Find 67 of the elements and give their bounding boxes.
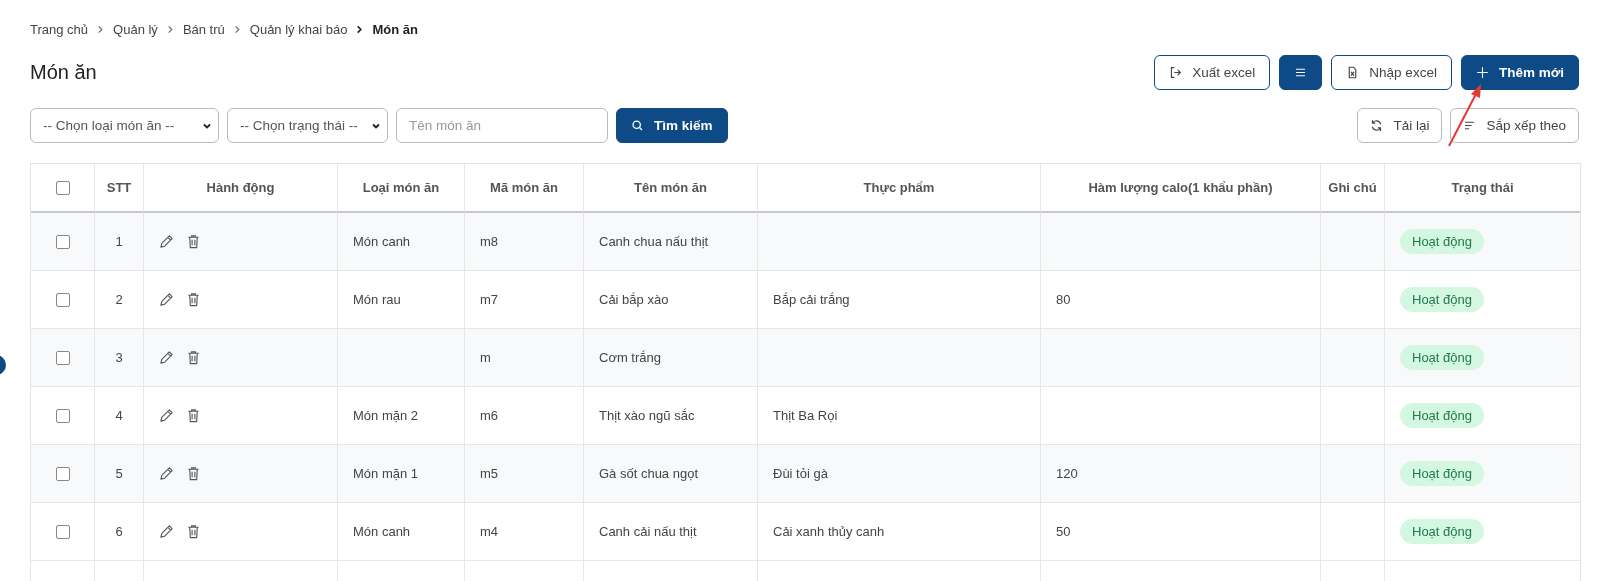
status-badge: Hoạt động <box>1400 287 1484 312</box>
table-cell: 3 <box>95 329 144 387</box>
export-icon <box>1169 65 1183 79</box>
edit-icon[interactable] <box>159 234 174 249</box>
table-cell: Đùi tỏi gà <box>758 445 1041 503</box>
delete-icon[interactable] <box>186 466 201 481</box>
breadcrumb-link[interactable]: Trang chủ <box>30 21 89 37</box>
search-field[interactable]: Tên món ăn <box>396 108 608 143</box>
table-cell: m <box>465 329 584 387</box>
table-cell: Gà sốt chua ngọt <box>584 445 758 503</box>
table-cell: Cơm trắng <box>584 329 758 387</box>
chevron-right-icon <box>96 24 106 34</box>
status-badge: Hoạt động <box>1400 345 1484 370</box>
table-cell: 50 <box>1041 503 1321 561</box>
search-button[interactable]: Tìm kiếm <box>616 108 728 143</box>
row-checkbox[interactable] <box>55 524 70 539</box>
row-checkbox[interactable] <box>55 466 70 481</box>
edit-icon[interactable] <box>159 524 174 539</box>
status-badge: Hoạt động <box>1400 461 1484 486</box>
toolbar-button[interactable]: Tải lại <box>1357 108 1443 143</box>
status-select[interactable]: -- Chọn trạng thái -- <box>227 108 388 143</box>
breadcrumb-link[interactable]: Bán trú <box>182 21 225 37</box>
action-button[interactable]: Nhập excel <box>1331 54 1452 90</box>
chevron-right-icon <box>355 24 365 34</box>
table-cell: Canh chua nấu thịt <box>584 213 758 271</box>
table-cell: m8 <box>465 213 584 271</box>
edit-icon[interactable] <box>159 292 174 307</box>
table-cell: Canh cải nấu thịt <box>584 503 758 561</box>
table-cell: Cải xanh thủy canh <box>758 503 1041 561</box>
row-checkbox[interactable] <box>55 350 70 365</box>
delete-icon[interactable] <box>186 234 201 249</box>
row-checkbox[interactable] <box>55 408 70 423</box>
table-cell: 5 <box>95 445 144 503</box>
toolbar-button[interactable]: Sắp xếp theo <box>1450 108 1579 143</box>
edit-icon[interactable] <box>159 350 174 365</box>
row-checkbox[interactable] <box>55 292 70 307</box>
select-all-checkbox[interactable] <box>55 180 70 195</box>
table-cell: Món canh <box>338 503 465 561</box>
table-cell: Món canh <box>338 213 465 271</box>
dish-type-select[interactable]: -- Chọn loại món ăn -- <box>30 108 219 143</box>
delete-icon[interactable] <box>186 292 201 307</box>
table-cell: 6 <box>95 503 144 561</box>
table-cell: Món mặn 1 <box>338 445 465 503</box>
breadcrumb-link[interactable]: Quản lý <box>113 21 158 37</box>
plus-icon <box>1475 65 1489 79</box>
delete-icon[interactable] <box>186 350 201 365</box>
delete-icon[interactable] <box>186 408 201 423</box>
status-badge: Hoạt động <box>1400 519 1484 544</box>
table-cell: 1 <box>95 213 144 271</box>
edit-icon[interactable] <box>159 466 174 481</box>
edit-icon[interactable] <box>159 408 174 423</box>
status-badge: Hoạt động <box>1400 229 1484 254</box>
breadcrumb-link[interactable]: Quản lý khai báo <box>249 21 348 37</box>
menu-button[interactable] <box>1279 54 1323 90</box>
row-checkbox[interactable] <box>55 234 70 249</box>
table-cell: 120 <box>1041 445 1321 503</box>
table-cell: m5 <box>465 445 584 503</box>
status-badge: Hoạt động <box>1400 403 1484 428</box>
search-icon <box>631 119 644 132</box>
page-title: Món ăn <box>30 60 97 84</box>
action-button[interactable]: Xuất excel <box>1154 54 1271 90</box>
action-button[interactable]: Thêm mới <box>1460 54 1579 90</box>
breadcrumb-current: Món ăn <box>372 21 418 37</box>
reload-icon <box>1370 119 1384 132</box>
delete-icon[interactable] <box>186 524 201 539</box>
table-cell: m4 <box>465 503 584 561</box>
sort-icon <box>1463 119 1477 132</box>
